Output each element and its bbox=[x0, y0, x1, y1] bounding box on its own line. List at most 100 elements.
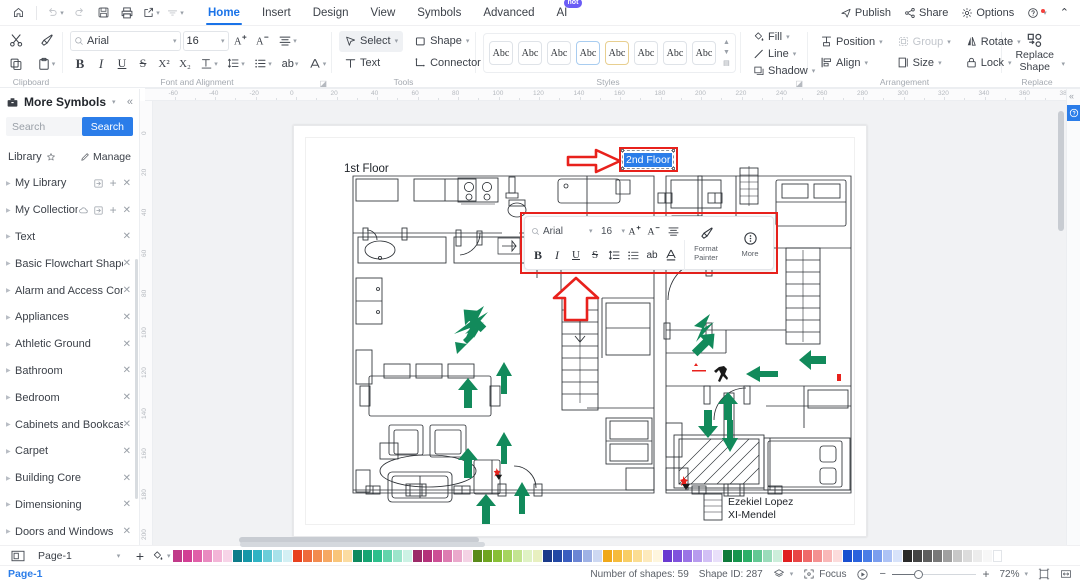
fill-color-icon[interactable] bbox=[152, 550, 164, 562]
color-swatch[interactable] bbox=[422, 549, 432, 562]
horizontal-ruler[interactable]: -60 -40 -20 0 20 40 60 80 100 120 140 160 180 200 220 2… bbox=[145, 88, 1080, 101]
format-painter-button[interactable] bbox=[35, 30, 57, 52]
format-grow-font-button[interactable]: A bbox=[626, 222, 644, 241]
drawing-sheet[interactable]: 1st Floor Ezekiel Lopez XI-Mendel bbox=[305, 137, 855, 525]
font-color-button[interactable]: ▾ bbox=[304, 54, 330, 74]
color-swatch[interactable] bbox=[562, 549, 572, 562]
color-swatch[interactable] bbox=[782, 549, 792, 562]
color-swatch[interactable] bbox=[542, 549, 552, 562]
chevron-down-icon[interactable]: ▾ bbox=[241, 60, 245, 68]
format-strikethrough-button[interactable]: S bbox=[586, 246, 604, 265]
layers-button[interactable]: ▾ bbox=[773, 568, 793, 580]
color-swatch[interactable] bbox=[862, 549, 872, 562]
library-item-appliances[interactable]: ▶ Appliances ✕ bbox=[0, 304, 139, 331]
color-swatch[interactable] bbox=[662, 549, 672, 562]
library-item-basic-flowchart-shapes[interactable]: ▶ Basic Flowchart Shapes ✕ bbox=[0, 250, 139, 277]
undo-icon[interactable]: ▾ bbox=[43, 2, 67, 24]
color-swatch[interactable] bbox=[602, 549, 612, 562]
font-dialog-launcher[interactable]: ◪ bbox=[319, 79, 327, 88]
zoom-knob[interactable] bbox=[913, 569, 923, 579]
expand-arrow-icon[interactable]: ▶ bbox=[6, 180, 15, 187]
font-size-select[interactable]: 16 ▾ bbox=[182, 30, 229, 51]
color-swatch[interactable] bbox=[772, 549, 782, 562]
line-spacing-button[interactable]: ▾ bbox=[223, 54, 249, 74]
chevron-down-icon[interactable]: ▾ bbox=[864, 59, 868, 67]
page-layout-toggle-icon[interactable] bbox=[6, 547, 30, 565]
tab-design[interactable]: Design bbox=[302, 0, 360, 26]
chevron-down-icon[interactable]: ▾ bbox=[589, 227, 593, 235]
close-icon[interactable]: ✕ bbox=[123, 526, 131, 537]
canvas-bottom-scrollbar[interactable] bbox=[240, 542, 485, 547]
paste-button[interactable]: ▾ bbox=[35, 53, 57, 75]
publish-button[interactable]: Publish bbox=[835, 7, 896, 19]
color-swatch[interactable] bbox=[752, 549, 762, 562]
chevron-down-icon[interactable]: ▾ bbox=[466, 37, 470, 45]
zoom-out-button[interactable]: − bbox=[879, 568, 891, 580]
style-swatch[interactable]: Abc bbox=[663, 41, 687, 65]
expand-arrow-icon[interactable]: ▶ bbox=[6, 421, 15, 428]
color-swatch[interactable] bbox=[412, 549, 422, 562]
color-swatch[interactable] bbox=[372, 549, 382, 562]
format-dialog-launcher[interactable]: ◪ bbox=[795, 79, 803, 88]
color-swatch[interactable] bbox=[382, 549, 392, 562]
color-swatch[interactable] bbox=[612, 549, 622, 562]
tab-view[interactable]: View bbox=[360, 0, 407, 26]
color-swatch[interactable] bbox=[202, 549, 212, 562]
color-swatch[interactable] bbox=[802, 549, 812, 562]
chevron-down-icon[interactable]: ▾ bbox=[173, 37, 177, 45]
expand-arrow-icon[interactable]: ▶ bbox=[6, 207, 15, 214]
color-swatch[interactable] bbox=[392, 549, 402, 562]
signature-block[interactable]: Ezekiel Lopez XI-Mendel bbox=[728, 496, 793, 522]
color-swatch[interactable] bbox=[192, 549, 202, 562]
close-icon[interactable]: ✕ bbox=[123, 419, 131, 430]
color-swatch[interactable] bbox=[872, 549, 882, 562]
color-swatch[interactable] bbox=[762, 549, 772, 562]
format-text-case-button[interactable]: ab bbox=[643, 246, 661, 265]
chevron-down-icon[interactable]: ▾ bbox=[622, 227, 626, 235]
color-swatch[interactable] bbox=[682, 549, 692, 562]
collapse-ribbon-button[interactable]: ⌃ bbox=[1055, 6, 1074, 19]
grow-font-button[interactable]: A bbox=[231, 31, 251, 51]
color-swatch[interactable] bbox=[222, 549, 232, 562]
help-tour-button[interactable] bbox=[1067, 105, 1080, 121]
color-swatch[interactable] bbox=[892, 549, 902, 562]
fit-page-button[interactable] bbox=[1038, 568, 1050, 580]
expand-arrow-icon[interactable]: ▶ bbox=[6, 367, 15, 374]
color-swatch[interactable] bbox=[212, 549, 222, 562]
search-button[interactable]: Search bbox=[81, 117, 133, 136]
color-swatch[interactable] bbox=[902, 549, 912, 562]
tab-symbols[interactable]: Symbols bbox=[406, 0, 472, 26]
format-font-family-select[interactable]: Arial bbox=[529, 223, 587, 240]
library-item-doors-and-windows[interactable]: ▶ Doors and Windows ✕ bbox=[0, 518, 139, 545]
color-swatch[interactable] bbox=[572, 549, 582, 562]
color-swatch[interactable] bbox=[262, 549, 272, 562]
color-swatch[interactable] bbox=[652, 549, 662, 562]
color-swatch[interactable] bbox=[832, 549, 842, 562]
chevron-down-icon[interactable]: ▾ bbox=[52, 60, 56, 68]
chevron-down-icon[interactable]: ▾ bbox=[112, 98, 116, 106]
tab-home[interactable]: Home bbox=[197, 0, 251, 26]
color-swatch[interactable] bbox=[932, 549, 942, 562]
import-icon[interactable] bbox=[93, 205, 104, 216]
color-swatch[interactable] bbox=[522, 549, 532, 562]
font-family-select[interactable]: Arial ▾ bbox=[70, 30, 181, 51]
color-swatch[interactable] bbox=[982, 549, 992, 562]
style-swatch[interactable]: Abc bbox=[518, 41, 542, 65]
color-swatch[interactable] bbox=[242, 549, 252, 562]
expand-arrow-icon[interactable]: ▶ bbox=[6, 501, 15, 508]
chevron-down-icon[interactable]: ▾ bbox=[60, 9, 64, 17]
color-swatch[interactable] bbox=[502, 549, 512, 562]
format-font-color-button[interactable] bbox=[662, 246, 680, 265]
expand-arrow-icon[interactable]: ▶ bbox=[6, 233, 15, 240]
color-swatch[interactable] bbox=[432, 549, 442, 562]
color-swatch[interactable] bbox=[172, 549, 182, 562]
text-case-button[interactable]: ab ▾ bbox=[277, 54, 303, 74]
chevron-down-icon[interactable]: ▾ bbox=[293, 37, 297, 45]
superscript-button[interactable]: X² bbox=[154, 54, 174, 74]
style-swatch[interactable]: Abc bbox=[547, 41, 571, 65]
style-swatch[interactable]: Abc bbox=[489, 41, 513, 65]
color-swatch[interactable] bbox=[322, 549, 332, 562]
zoom-level[interactable]: 72% ▾ bbox=[999, 569, 1028, 580]
color-swatch[interactable] bbox=[632, 549, 642, 562]
color-swatch[interactable] bbox=[582, 549, 592, 562]
